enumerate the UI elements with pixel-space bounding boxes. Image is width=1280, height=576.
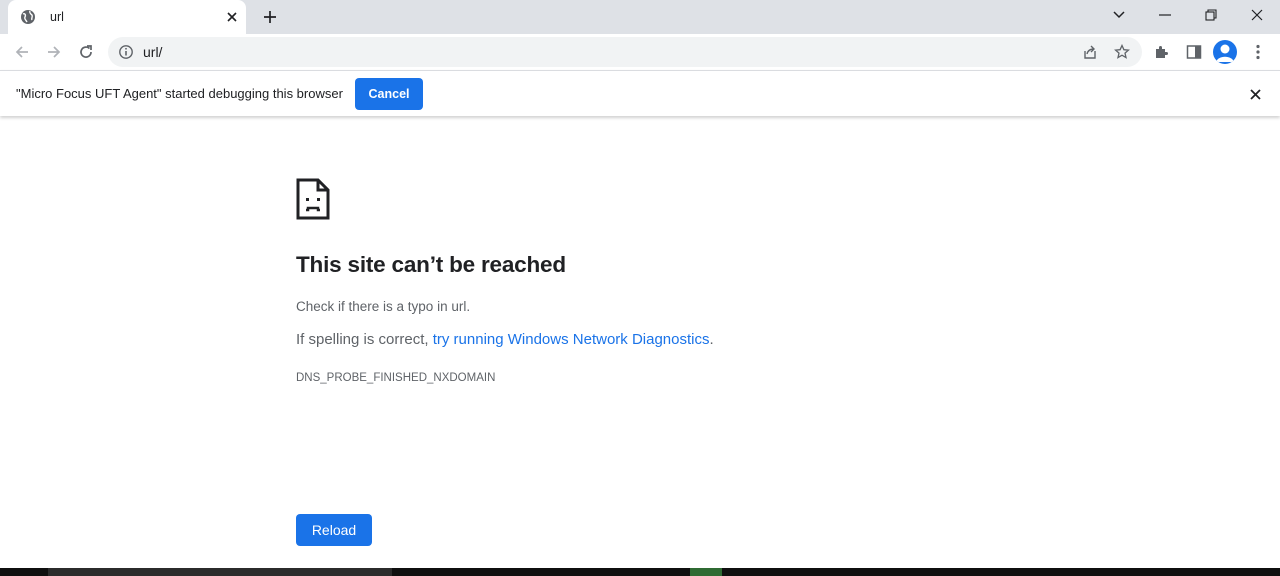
close-icon — [1249, 88, 1261, 100]
close-window-button[interactable] — [1234, 0, 1280, 30]
star-icon — [1114, 44, 1130, 59]
chevron-down-icon — [1113, 11, 1125, 19]
restore-button[interactable] — [1188, 0, 1234, 30]
plus-icon — [264, 11, 276, 23]
error-code: DNS_PROBE_FINISHED_NXDOMAIN — [296, 372, 496, 384]
tab-active[interactable]: url — [8, 0, 246, 34]
minimize-button[interactable] — [1142, 0, 1188, 30]
arrow-right-icon — [48, 46, 61, 58]
close-icon — [1251, 9, 1263, 21]
cancel-debug-button[interactable]: Cancel — [355, 78, 423, 110]
diagnostics-prefix: If spelling is correct, — [296, 331, 433, 348]
bookmark-button[interactable] — [1108, 38, 1136, 66]
arrow-left-icon — [15, 46, 28, 58]
reload-toolbar-button[interactable] — [72, 38, 100, 66]
error-hint-typo: Check if there is a typo in url. — [296, 299, 471, 314]
taskbar-search[interactable] — [48, 568, 392, 576]
address-bar[interactable]: url/ — [108, 37, 1142, 67]
profile-icon — [1216, 44, 1234, 62]
profile-avatar[interactable] — [1213, 40, 1237, 64]
tab-search-button[interactable] — [1096, 0, 1142, 30]
sad-document-icon — [296, 178, 330, 220]
tab-strip: url — [0, 0, 1280, 34]
tab-title: url — [50, 10, 64, 24]
url-text[interactable]: url/ — [143, 44, 162, 60]
minimize-icon — [1159, 14, 1171, 16]
menu-button[interactable] — [1244, 38, 1272, 66]
share-icon — [1084, 45, 1096, 59]
share-button[interactable] — [1076, 38, 1104, 66]
error-title: This site can’t be reached — [296, 252, 566, 277]
forward-button[interactable] — [40, 38, 68, 66]
infobar-close-button[interactable] — [1245, 84, 1265, 104]
toolbar: url/ — [0, 34, 1280, 70]
taskbar — [0, 568, 1280, 576]
reload-button[interactable]: Reload — [296, 514, 372, 546]
tab-close-icon[interactable] — [222, 7, 242, 27]
puzzle-icon — [1156, 46, 1168, 58]
error-hint-diagnostics: If spelling is correct, try running Wind… — [296, 331, 714, 348]
restore-icon — [1205, 9, 1217, 21]
new-tab-button[interactable] — [258, 5, 282, 29]
side-panel-icon — [1186, 45, 1202, 59]
globe-icon — [20, 9, 36, 25]
info-icon[interactable] — [118, 44, 134, 60]
network-diagnostics-link[interactable]: try running Windows Network Diagnostics — [433, 331, 710, 348]
side-panel-button[interactable] — [1180, 38, 1208, 66]
refresh-icon — [80, 45, 92, 58]
extensions-button[interactable] — [1148, 38, 1176, 66]
back-button[interactable] — [8, 38, 36, 66]
debug-infobar: "Micro Focus UFT Agent" started debuggin… — [0, 70, 1280, 116]
infobar-message: "Micro Focus UFT Agent" started debuggin… — [16, 86, 343, 101]
kebab-menu-icon — [1256, 44, 1260, 60]
taskbar-app[interactable] — [690, 568, 722, 576]
diagnostics-suffix: . — [709, 331, 714, 348]
